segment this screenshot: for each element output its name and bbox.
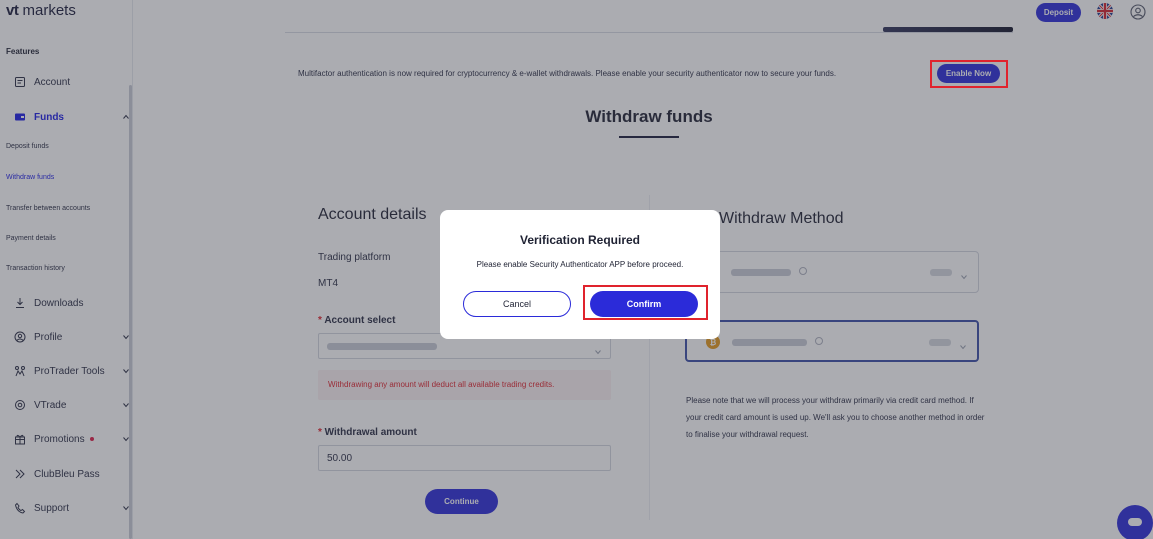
modal-title: Verification Required [519,233,641,247]
cancel-button[interactable]: Cancel [463,291,571,317]
modal-message: Please enable Security Authenticator APP… [476,260,684,269]
highlight-box-enable-now [930,60,1008,88]
highlight-box-confirm [583,285,708,320]
